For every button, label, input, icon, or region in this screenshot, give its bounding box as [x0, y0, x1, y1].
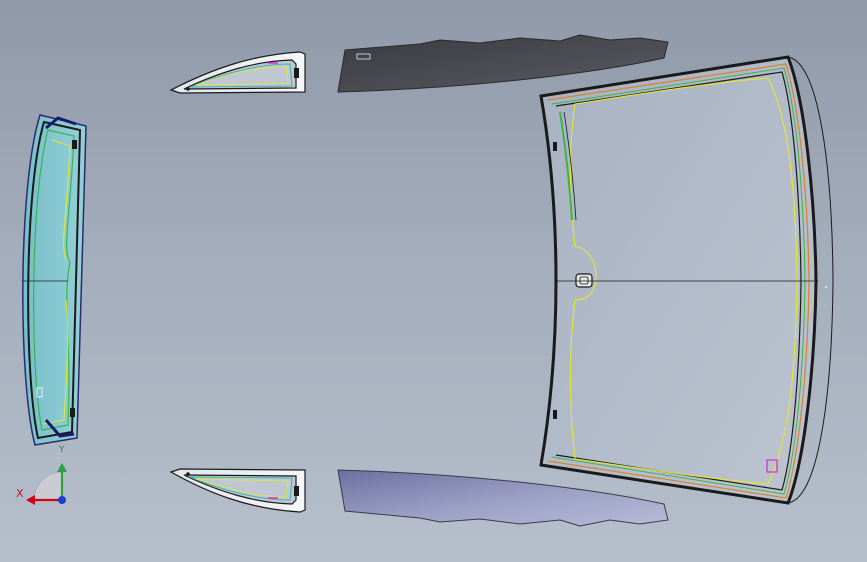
quarter-window-lower[interactable] [169, 468, 306, 513]
axis-triad [26, 463, 67, 505]
cad-scene[interactable] [0, 0, 867, 562]
y-axis-label: Y [59, 445, 65, 455]
rear-window[interactable] [22, 114, 87, 446]
quarter-window-upper[interactable] [169, 51, 306, 94]
x-axis-label: X [16, 487, 24, 500]
cad-viewport[interactable]: X Y [0, 0, 867, 562]
windshield[interactable] [539, 55, 834, 505]
